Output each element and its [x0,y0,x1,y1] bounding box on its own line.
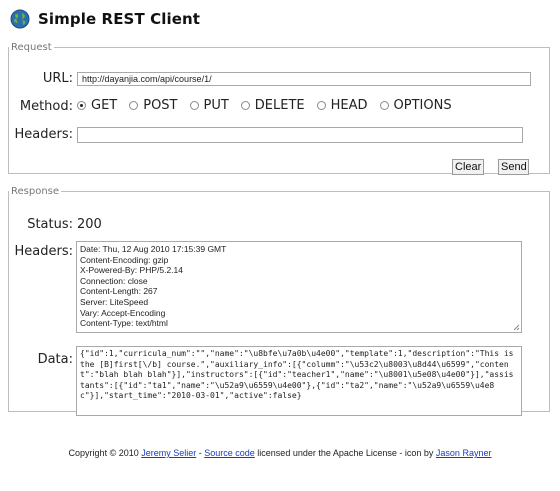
response-data-label: Data: [37,352,73,367]
url-input[interactable]: http://dayanjia.com/api/course/1/ [77,72,531,86]
method-radio-group: GET POST PUT DELETE HEAD OPTIONS [77,98,464,113]
status-value: 200 [77,217,102,232]
method-delete[interactable]: DELETE [240,98,305,113]
radio-icon-selected[interactable] [77,101,86,110]
status-label: Status: [27,217,73,232]
response-header-line: Date: Thu, 12 Aug 2010 17:15:39 GMT [80,244,227,254]
author-link[interactable]: Jeremy Selier [141,448,196,458]
request-legend: Request [11,42,52,53]
radio-icon[interactable] [240,101,250,110]
radio-icon[interactable] [379,101,389,110]
response-headers-textarea[interactable]: Date: Thu, 12 Aug 2010 17:15:39 GMT Cont… [76,241,522,333]
response-header-line: Content-Length: 267 [80,286,158,297]
method-label-options: OPTIONS [393,98,452,113]
footer: Copyright © 2010 Jeremy Selier - Source … [0,448,560,458]
response-header-line: Content-Type: text/html [80,318,168,329]
request-fieldset: Request URL: http://dayanjia.com/api/cou… [8,42,550,175]
method-label-post: POST [143,98,178,113]
response-header-line: Vary: Accept-Encoding [80,307,166,318]
method-get[interactable]: GET [77,98,117,113]
send-button[interactable]: Send [498,159,529,175]
footer-license-text: licensed under the Apache License - icon… [254,448,436,458]
method-label-delete: DELETE [254,98,305,113]
method-label-get: GET [91,98,118,113]
radio-icon[interactable] [129,101,139,110]
response-header-line: Connection: close [80,275,148,286]
request-headers-input[interactable] [77,127,523,143]
icon-author-link[interactable]: Jason Rayner [436,448,492,458]
response-header-line: Server: LiteSpeed [80,296,149,307]
radio-icon[interactable] [189,101,199,110]
method-label: Method: [19,99,73,114]
response-header-line: X-Powered-By: PHP/5.2.14 [80,265,183,276]
method-head[interactable]: HEAD [316,98,368,113]
source-code-link[interactable]: Source code [204,448,255,458]
response-header-line: Content-Encoding: gzip [80,254,169,265]
response-legend: Response [11,186,60,197]
app-header: Simple REST Client [10,8,200,30]
method-label-head: HEAD [330,98,368,113]
response-fieldset: Response Status: 200 Headers: Date: Thu,… [8,186,550,416]
url-label: URL: [42,71,73,86]
method-put[interactable]: PUT [189,98,229,113]
footer-copyright: Copyright © 2010 [68,448,142,458]
method-label-put: PUT [203,98,229,113]
resize-grip-icon[interactable] [512,323,520,331]
method-options[interactable]: OPTIONS [379,98,452,113]
app-title: Simple REST Client [38,10,201,28]
globe-icon [10,9,30,29]
request-headers-label: Headers: [14,127,74,142]
response-headers-label: Headers: [14,244,74,259]
clear-button[interactable]: Clear [452,159,484,175]
radio-icon[interactable] [316,101,326,110]
method-post[interactable]: POST [129,98,178,113]
response-data-textarea[interactable]: {"id":1,"curricula_num":"","name":"\u8bf… [76,346,522,416]
